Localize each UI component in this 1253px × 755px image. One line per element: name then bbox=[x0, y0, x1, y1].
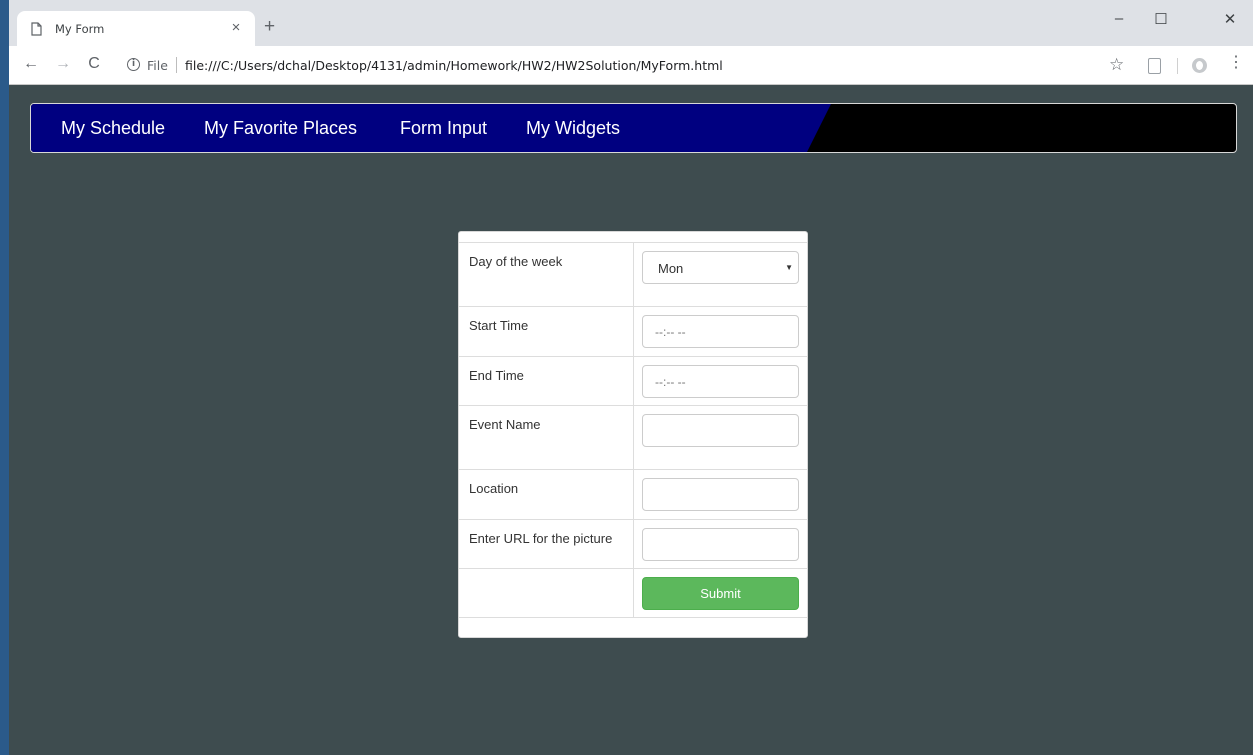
form-row-end-time: End Time --:-- -- bbox=[459, 356, 807, 405]
day-select[interactable]: Mon ▼ bbox=[642, 251, 799, 284]
toolbar-separator bbox=[1177, 58, 1178, 74]
form-row-submit: Submit bbox=[459, 568, 807, 618]
new-tab-button[interactable]: + bbox=[264, 17, 275, 36]
window-edge bbox=[0, 0, 9, 755]
event-name-label: Event Name bbox=[469, 417, 541, 432]
page-icon bbox=[31, 22, 42, 36]
url-text[interactable]: file:///C:/Users/dchal/Desktop/4131/admi… bbox=[185, 58, 723, 73]
column-divider bbox=[633, 406, 634, 469]
minimize-button[interactable]: – bbox=[1108, 10, 1130, 27]
column-divider bbox=[633, 357, 634, 405]
site-info-icon[interactable]: i bbox=[127, 58, 140, 71]
bookmark-star-icon[interactable]: ☆ bbox=[1109, 55, 1124, 75]
nav-item-my-favorite-places[interactable]: My Favorite Places bbox=[204, 118, 357, 139]
tab-strip: My Form × + – ☐ ✕ bbox=[0, 0, 1253, 46]
back-button[interactable]: ← bbox=[21, 55, 41, 73]
browser-toolbar: ← → C i File file:///C:/Users/dchal/Desk… bbox=[0, 46, 1253, 85]
day-selected-value: Mon bbox=[658, 261, 684, 276]
column-divider bbox=[633, 470, 634, 519]
browser-menu-icon[interactable]: ⋮ bbox=[1228, 55, 1244, 71]
tab-title: My Form bbox=[55, 22, 105, 36]
form-row-location: Location bbox=[459, 469, 807, 519]
end-time-placeholder: --:-- -- bbox=[655, 375, 686, 389]
end-time-label: End Time bbox=[469, 368, 524, 383]
reload-button[interactable]: C bbox=[84, 55, 104, 73]
maximize-button[interactable]: ☐ bbox=[1150, 10, 1172, 28]
site-navbar: My Schedule My Favorite Places Form Inpu… bbox=[30, 103, 1237, 153]
picture-url-label: Enter URL for the picture bbox=[469, 531, 613, 546]
reader-mode-icon[interactable] bbox=[1148, 58, 1161, 74]
omnibox-separator bbox=[176, 57, 177, 73]
close-window-button[interactable]: ✕ bbox=[1219, 10, 1241, 28]
extension-icon[interactable] bbox=[1192, 58, 1207, 73]
browser-chrome: My Form × + – ☐ ✕ ← → C i File file:///C… bbox=[0, 0, 1253, 85]
form-row-day: Day of the week Mon ▼ bbox=[459, 242, 807, 306]
start-time-placeholder: --:-- -- bbox=[655, 325, 686, 339]
start-time-input[interactable]: --:-- -- bbox=[642, 315, 799, 348]
dropdown-arrow-icon: ▼ bbox=[785, 263, 793, 272]
column-divider bbox=[633, 569, 634, 617]
protocol-label: File bbox=[147, 58, 168, 73]
browser-tab[interactable]: My Form × bbox=[17, 11, 255, 46]
location-input[interactable] bbox=[642, 478, 799, 511]
form-row-picture-url: Enter URL for the picture bbox=[459, 519, 807, 568]
nav-item-my-schedule[interactable]: My Schedule bbox=[61, 118, 165, 139]
event-name-input[interactable] bbox=[642, 414, 799, 447]
column-divider bbox=[633, 520, 634, 568]
nav-item-my-widgets[interactable]: My Widgets bbox=[526, 118, 620, 139]
form-row-start-time: Start Time --:-- -- bbox=[459, 306, 807, 356]
tab-close-icon[interactable]: × bbox=[228, 19, 244, 37]
start-time-label: Start Time bbox=[469, 318, 529, 333]
end-time-input[interactable]: --:-- -- bbox=[642, 365, 799, 398]
column-divider bbox=[633, 307, 634, 356]
event-form: Day of the week Mon ▼ Start Time --:-- -… bbox=[458, 231, 808, 638]
address-bar[interactable]: i File file:///C:/Users/dchal/Desktop/41… bbox=[120, 52, 1132, 80]
location-label: Location bbox=[469, 481, 519, 496]
submit-button[interactable]: Submit bbox=[642, 577, 799, 610]
nav-item-form-input[interactable]: Form Input bbox=[400, 118, 487, 139]
form-row-event-name: Event Name bbox=[459, 405, 807, 469]
forward-button[interactable]: → bbox=[53, 55, 73, 73]
picture-url-input[interactable] bbox=[642, 528, 799, 561]
day-label: Day of the week bbox=[469, 254, 563, 269]
column-divider bbox=[633, 243, 634, 306]
